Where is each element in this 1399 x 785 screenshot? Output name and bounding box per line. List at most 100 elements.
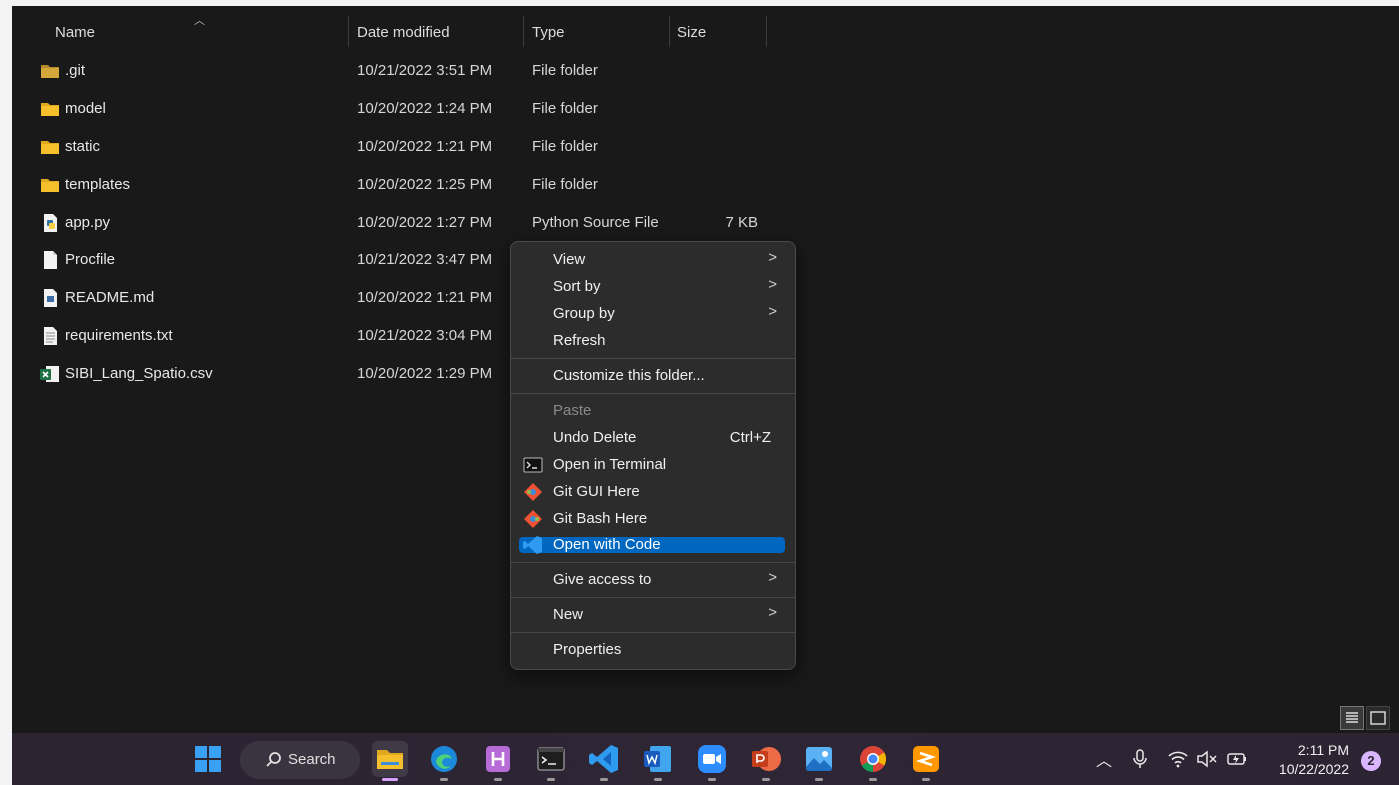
volume-muted-icon[interactable] <box>1196 750 1218 768</box>
folder-icon <box>41 141 59 154</box>
menu-label: Group by <box>553 305 615 322</box>
running-indicator <box>708 778 716 781</box>
menu-shortcut: Ctrl+Z <box>729 429 771 446</box>
column-type[interactable]: Type <box>532 24 565 41</box>
file-type: File folder <box>532 100 598 117</box>
file-date: 10/21/2022 3:04 PM <box>357 327 493 344</box>
column-date-modified[interactable]: Date modified <box>357 24 450 41</box>
file-type: Python Source File <box>532 214 659 231</box>
menu-label: Paste <box>553 402 592 419</box>
taskbar-sublime-merge[interactable] <box>908 741 944 781</box>
menu-item-undo-delete[interactable]: Undo Delete Ctrl+Z <box>517 424 789 451</box>
file-row[interactable]: static 10/20/2022 1:21 PM File folder <box>12 129 792 165</box>
file-name: requirements.txt <box>65 327 173 344</box>
start-icon <box>195 746 221 772</box>
column-separator[interactable] <box>523 16 524 47</box>
menu-item-view[interactable]: View > <box>517 246 789 273</box>
running-indicator <box>654 778 662 781</box>
taskbar-edge[interactable] <box>426 741 462 781</box>
clock-date: 10/22/2022 <box>1278 761 1349 777</box>
file-date: 10/21/2022 3:47 PM <box>357 251 493 268</box>
search-label: Search <box>288 751 336 768</box>
menu-separator <box>511 562 795 563</box>
file-explorer-icon <box>377 750 403 769</box>
menu-item-open-with-code[interactable]: Open with Code <box>519 536 785 554</box>
wifi-icon[interactable] <box>1167 750 1189 768</box>
large-icons-view-button[interactable] <box>1366 706 1390 730</box>
column-separator[interactable] <box>348 16 349 47</box>
menu-label: New <box>553 606 584 623</box>
start-button[interactable] <box>190 741 226 777</box>
file-name: SIBI_Lang_Spatio.csv <box>65 365 213 382</box>
zoom-icon <box>698 745 726 773</box>
context-menu: View > Sort by > Group by > Refresh Cust… <box>510 241 796 670</box>
column-name[interactable]: Name <box>55 24 95 41</box>
markdown-file-icon <box>44 289 57 307</box>
vscode-icon <box>523 536 542 554</box>
menu-item-properties[interactable]: Properties <box>517 636 789 663</box>
word-icon <box>644 746 671 772</box>
terminal-icon <box>537 747 565 771</box>
show-hidden-icons-icon[interactable]: ︿ <box>1096 747 1112 771</box>
taskbar-search[interactable]: Search <box>240 741 360 779</box>
taskbar-hyper[interactable] <box>480 741 516 781</box>
menu-label: Give access to <box>553 571 652 588</box>
folder-icon <box>41 103 59 116</box>
taskbar-file-explorer[interactable] <box>372 741 408 781</box>
taskbar-photos[interactable] <box>801 741 837 781</box>
taskbar-word[interactable] <box>640 741 676 781</box>
file-date: 10/21/2022 3:51 PM <box>357 62 493 79</box>
taskbar-zoom[interactable] <box>694 741 730 781</box>
file-row[interactable]: app.py 10/20/2022 1:27 PM Python Source … <box>12 205 792 241</box>
menu-item-git-bash[interactable]: Git Bash Here <box>517 505 789 532</box>
file-date: 10/20/2022 1:24 PM <box>357 100 493 117</box>
file-date: 10/20/2022 1:27 PM <box>357 214 493 231</box>
running-indicator <box>869 778 877 781</box>
menu-item-refresh[interactable]: Refresh <box>517 327 789 354</box>
menu-item-new[interactable]: New > <box>517 601 789 628</box>
menu-label: Customize this folder... <box>553 367 705 384</box>
menu-label: Open with Code <box>553 536 661 553</box>
file-name: README.md <box>65 289 155 306</box>
battery-charging-icon[interactable] <box>1226 750 1248 768</box>
system-clock[interactable]: 2:11 PM 10/22/2022 <box>1279 741 1349 779</box>
file-type: File folder <box>532 138 598 155</box>
menu-label: Properties <box>553 641 622 658</box>
hyper-icon <box>486 746 510 772</box>
taskbar-chrome[interactable] <box>855 741 891 781</box>
file-name: app.py <box>65 214 111 231</box>
file-name: static <box>65 138 101 155</box>
file-date: 10/20/2022 1:29 PM <box>357 365 493 382</box>
running-indicator <box>494 778 502 781</box>
running-indicator <box>600 778 608 781</box>
photos-icon <box>806 747 832 772</box>
details-view-button[interactable] <box>1340 706 1364 730</box>
menu-item-open-in-terminal[interactable]: Open in Terminal <box>517 451 789 478</box>
column-separator[interactable] <box>766 16 767 47</box>
chevron-right-icon: > <box>768 276 777 293</box>
menu-label: Git Bash Here <box>553 510 648 527</box>
running-indicator <box>922 778 930 781</box>
notification-badge[interactable]: 2 <box>1361 751 1381 771</box>
menu-item-sort-by[interactable]: Sort by > <box>517 273 789 300</box>
taskbar-terminal[interactable] <box>533 741 569 781</box>
column-separator[interactable] <box>669 16 670 47</box>
chevron-right-icon: > <box>768 569 777 586</box>
running-indicator <box>382 778 398 781</box>
taskbar-powerpoint[interactable] <box>748 741 784 781</box>
menu-label: View <box>553 251 586 268</box>
microphone-icon[interactable] <box>1131 749 1149 769</box>
menu-item-group-by[interactable]: Group by > <box>517 300 789 327</box>
menu-label: Git GUI Here <box>553 483 640 500</box>
column-size[interactable]: Size <box>677 24 706 41</box>
taskbar-vscode[interactable] <box>586 741 622 781</box>
file-row[interactable]: .git 10/21/2022 3:51 PM File folder <box>12 53 792 89</box>
menu-separator <box>511 393 795 394</box>
menu-label: Refresh <box>553 332 606 349</box>
file-row[interactable]: templates 10/20/2022 1:25 PM File folder <box>12 167 792 203</box>
menu-item-customize-folder[interactable]: Customize this folder... <box>517 362 789 389</box>
menu-item-git-gui[interactable]: Git GUI Here <box>517 478 789 505</box>
file-row[interactable]: model 10/20/2022 1:24 PM File folder <box>12 91 792 127</box>
menu-item-give-access[interactable]: Give access to > <box>517 566 789 593</box>
running-indicator <box>815 778 823 781</box>
